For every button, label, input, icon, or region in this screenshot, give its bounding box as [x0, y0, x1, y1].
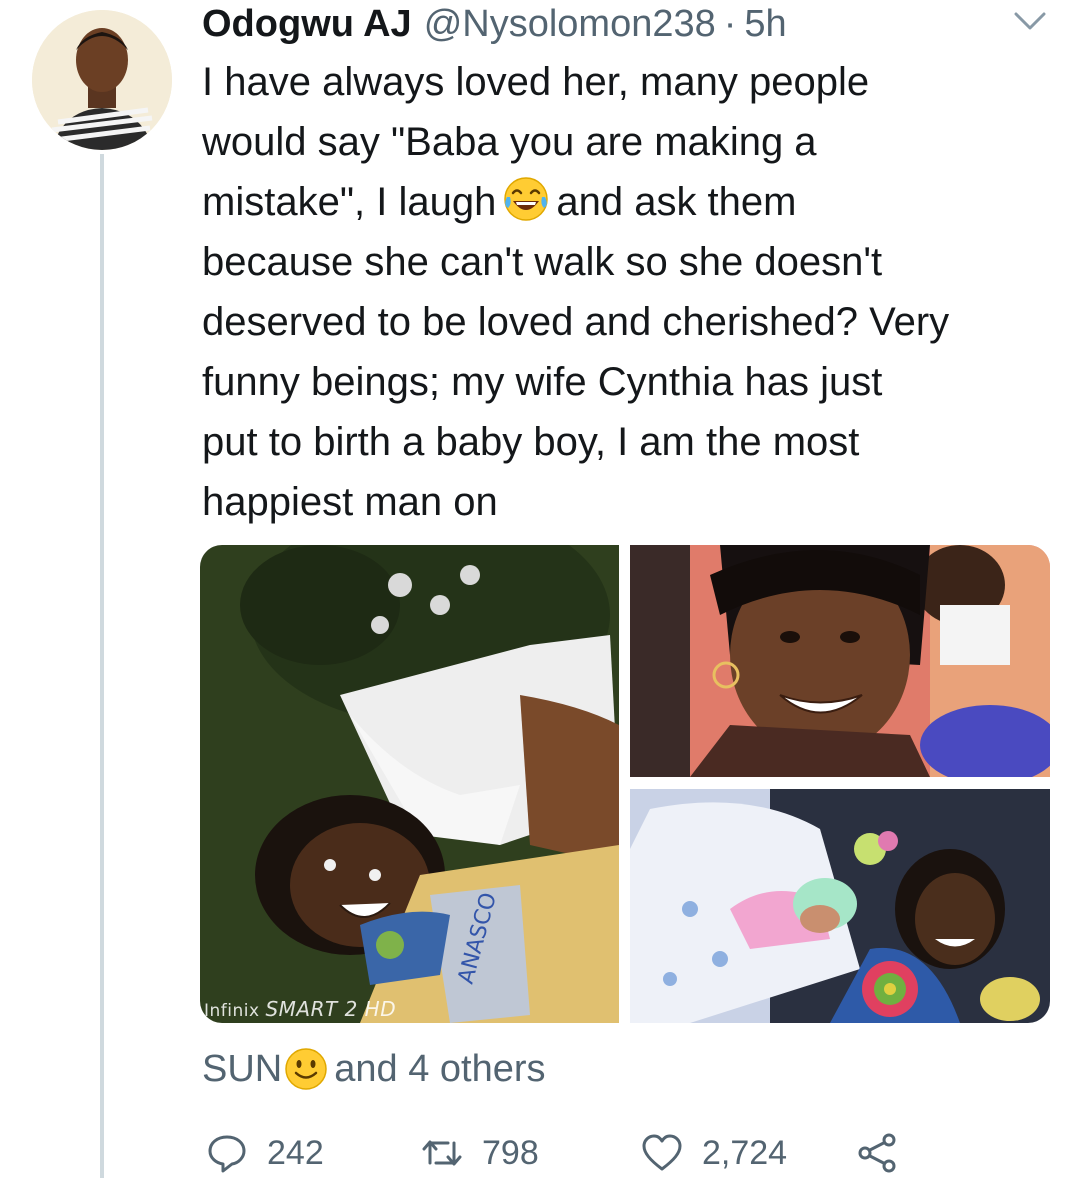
camera-watermark: Infinix SMART 2 HD — [204, 997, 396, 1021]
chevron-down-icon[interactable] — [1010, 6, 1050, 36]
watermark-model: SMART 2 HD — [265, 997, 397, 1021]
tweet-text-line: put to birth a baby boy, I am the most — [202, 420, 860, 464]
tweet-text-line: because she can't walk so she doesn't — [202, 240, 883, 284]
retweet-count: 798 — [482, 1133, 539, 1172]
retweet-icon — [422, 1140, 462, 1166]
liker-name: SUN — [202, 1047, 283, 1090]
tweet-text-line: happiest man on — [202, 480, 498, 524]
like-button[interactable]: 2,724 — [640, 1128, 787, 1178]
reply-count: 242 — [267, 1133, 324, 1172]
tweet-text-line: funny beings; my wife Cynthia has just — [202, 360, 883, 404]
photo-mother-and-baby[interactable] — [630, 789, 1050, 1023]
tweet-text-line: would say "Baba you are making a — [202, 120, 817, 164]
watermark-brand: Infinix — [204, 1001, 260, 1021]
photo-woman-lying-down[interactable]: ANASCO Infinix SMART 2 HD — [200, 545, 619, 1023]
tweet-header: Odogwu AJ @Nysolomon238 · 5h — [202, 0, 787, 48]
others-count-text: and 4 others — [334, 1047, 546, 1090]
author-avatar[interactable] — [32, 10, 172, 150]
share-icon — [858, 1133, 896, 1173]
tweet-text-line: I have always loved her, many people — [202, 60, 870, 104]
retweet-button[interactable]: 798 — [420, 1128, 539, 1178]
face-with-tears-of-joy-icon — [504, 177, 549, 221]
separator-dot: · — [723, 2, 737, 45]
photo-couple-selfie[interactable] — [630, 545, 1050, 777]
tweet-text-segment: and ask them — [556, 180, 797, 224]
media-grid: ANASCO Infinix SMART 2 HD — [200, 545, 1050, 1023]
tweet-timestamp[interactable]: 5h — [744, 3, 786, 46]
share-button[interactable] — [856, 1128, 918, 1178]
smiling-face-icon — [285, 1048, 327, 1090]
heart-icon — [642, 1134, 682, 1171]
author-handle[interactable]: @Nysolomon238 — [424, 3, 716, 46]
tweet-action-bar: 242 798 2,724 — [0, 1128, 1080, 1178]
tweet-text-segment: mistake", I laugh — [202, 180, 497, 224]
reply-icon — [208, 1135, 246, 1173]
reply-button[interactable]: 242 — [205, 1128, 324, 1178]
like-count: 2,724 — [702, 1133, 788, 1172]
avatar-photo — [32, 10, 172, 150]
tweet-text: I have always loved her, many people wou… — [202, 52, 1052, 532]
thread-connector-line — [100, 154, 104, 1178]
tweet-text-line: deserved to be loved and cherished? Very — [202, 300, 950, 344]
author-name[interactable]: Odogwu AJ — [202, 3, 412, 46]
liked-by-context[interactable]: SUN and 4 others — [202, 1044, 546, 1094]
tweet-text-line: mistake", I laugh and ask them — [202, 172, 1052, 232]
